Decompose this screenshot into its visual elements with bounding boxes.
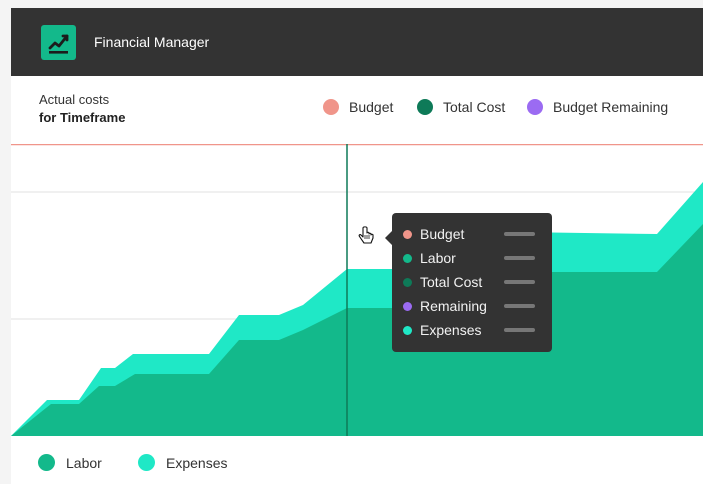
- legend-label: Budget: [349, 99, 394, 115]
- tooltip-swatch: [403, 301, 412, 311]
- tooltip-row-labor: Labor: [403, 250, 456, 266]
- tooltip-label: Labor: [420, 250, 456, 266]
- legend-label: Labor: [66, 454, 102, 471]
- legend-swatch: [323, 99, 339, 115]
- tooltip-label: Remaining: [420, 298, 487, 314]
- legend-item-expenses[interactable]: Expenses: [138, 454, 227, 471]
- tooltip-row-expenses: Expenses: [403, 322, 481, 338]
- trend-chart-icon[interactable]: [41, 25, 76, 60]
- legend-label: Budget Remaining: [553, 99, 669, 115]
- tooltip-value-placeholder: [504, 256, 535, 260]
- tooltip-value-placeholder: [504, 232, 535, 236]
- tooltip-row-budget: Budget: [403, 226, 464, 242]
- tooltip-label: Expenses: [420, 322, 482, 338]
- tooltip-label: Total Cost: [420, 274, 483, 290]
- app-window: Financial Manager Actual costs for Timef…: [11, 8, 703, 484]
- chart-caption-timeframe: for Timeframe: [39, 110, 126, 125]
- tooltip-value-placeholder: [504, 328, 535, 332]
- chart-tooltip: Budget Labor Total Cost Remaining Expens…: [385, 213, 552, 352]
- legend-swatch: [38, 454, 55, 471]
- tooltip-value-placeholder: [504, 280, 535, 284]
- tooltip-swatch: [403, 229, 412, 239]
- hand-pointer-icon: [357, 226, 377, 253]
- legend-label: Total Cost: [443, 99, 506, 115]
- legend-swatch: [527, 99, 543, 115]
- title-bar: Financial Manager: [11, 8, 703, 76]
- legend-label: Expenses: [166, 454, 228, 471]
- legend-swatch: [417, 99, 433, 115]
- app-title: Financial Manager: [94, 34, 210, 50]
- tooltip-swatch: [403, 325, 412, 335]
- tooltip-swatch: [403, 277, 412, 287]
- legend-item-labor[interactable]: Labor: [38, 454, 102, 471]
- tooltip-value-placeholder: [504, 304, 535, 308]
- legend-item-total-cost[interactable]: Total Cost: [417, 99, 505, 115]
- tooltip-label: Budget: [420, 226, 465, 242]
- chart-area[interactable]: [11, 144, 703, 440]
- tooltip-row-remaining: Remaining: [403, 298, 487, 314]
- tooltip-row-total-cost: Total Cost: [403, 274, 482, 290]
- legend-item-budget-remaining[interactable]: Budget Remaining: [527, 99, 668, 115]
- tooltip-swatch: [403, 253, 412, 263]
- chart-caption: Actual costs: [39, 92, 110, 107]
- legend-item-budget[interactable]: Budget: [323, 99, 393, 115]
- legend-swatch: [138, 454, 155, 471]
